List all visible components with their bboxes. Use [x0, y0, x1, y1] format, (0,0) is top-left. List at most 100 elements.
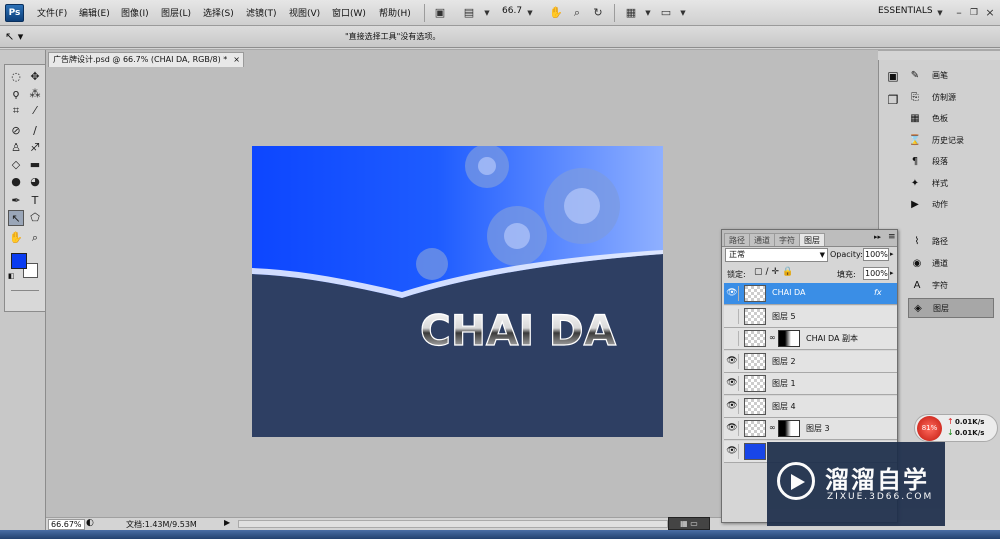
- type-tool-icon[interactable]: T: [27, 193, 43, 209]
- menu-layer[interactable]: 图层(L): [161, 6, 191, 19]
- status-info-icon[interactable]: ◐: [86, 518, 94, 528]
- watermark: 溜溜自学 ZIXUE.3D66.COM: [767, 442, 945, 526]
- magic-wand-icon[interactable]: ⁂: [27, 86, 43, 102]
- lasso-tool-icon[interactable]: ϙ: [8, 86, 24, 102]
- fill-dropdown-icon[interactable]: ▸: [890, 269, 894, 277]
- opacity-label: Opacity:: [830, 250, 863, 259]
- visibility-eye-icon[interactable]: 👁: [726, 376, 739, 391]
- crop-tool-icon[interactable]: ⌗: [8, 103, 24, 119]
- menu-filter[interactable]: 滤镜(T): [246, 6, 277, 19]
- chevron-down-icon[interactable]: ▼: [478, 4, 496, 21]
- opacity-dropdown-icon[interactable]: ▸: [890, 250, 894, 258]
- eyedropper-icon[interactable]: ⁄: [27, 103, 43, 119]
- menu-view[interactable]: 视图(V): [289, 6, 320, 19]
- dock-item-styles[interactable]: ✦ 样式: [908, 174, 998, 194]
- blend-mode-select[interactable]: 正常 ▼: [725, 248, 828, 262]
- menu-select[interactable]: 选择(S): [203, 6, 234, 19]
- current-tool-icon[interactable]: ↖ ▾: [5, 29, 35, 44]
- layer-row[interactable]: 👁 图层 2: [724, 350, 897, 373]
- pen-tool-icon[interactable]: ✒: [8, 193, 24, 209]
- cpu-usage-badge[interactable]: 81%: [917, 416, 942, 441]
- visibility-eye-icon[interactable]: [726, 308, 739, 324]
- foreground-color-swatch[interactable]: [11, 253, 27, 269]
- zoom-level[interactable]: 66.7: [502, 6, 522, 16]
- visibility-eye-icon[interactable]: 👁: [726, 398, 739, 414]
- marquee-tool-icon[interactable]: ◌: [8, 69, 24, 85]
- close-tab-icon[interactable]: ×: [233, 53, 240, 67]
- menu-file[interactable]: 文件(F): [37, 6, 67, 19]
- hand-tool-icon[interactable]: ✋: [8, 230, 24, 246]
- dock-item-paragraph[interactable]: ¶ 段落: [908, 152, 998, 172]
- status-zoom[interactable]: 66.67%: [48, 519, 85, 530]
- eraser-tool-icon[interactable]: ◇: [8, 157, 24, 173]
- layer-row[interactable]: 👁 图层 4: [724, 395, 897, 418]
- menu-help[interactable]: 帮助(H): [379, 6, 411, 19]
- layers-tab-1[interactable]: 通道: [749, 233, 775, 246]
- close-icon[interactable]: ×: [981, 4, 999, 21]
- mini-toolbar-icon[interactable]: ▦ ▭: [668, 517, 710, 530]
- dock-item-clone-source[interactable]: ⎘ 仿制源: [908, 88, 998, 108]
- document-tab[interactable]: 广告牌设计.psd @ 66.7% (CHAI DA, RGB/8) * ×: [48, 52, 244, 67]
- move-tool-icon[interactable]: ✥: [27, 69, 43, 85]
- dock-item-actions[interactable]: ▶ 动作: [908, 195, 998, 215]
- collapse-panel-icon[interactable]: ▸▸: [874, 233, 881, 241]
- opacity-input[interactable]: 100%: [863, 248, 889, 261]
- arrange-documents-icon[interactable]: ▦: [622, 4, 640, 21]
- arrange-dropdown-icon[interactable]: ▼: [639, 4, 657, 21]
- menu-edit[interactable]: 编辑(E): [79, 6, 110, 19]
- status-menu-arrow-icon[interactable]: ▶: [224, 518, 230, 527]
- layers-tab-2[interactable]: 字符: [774, 233, 800, 246]
- dock-item-history[interactable]: ⌛ 历史记录: [908, 131, 998, 151]
- screen-mode-icon[interactable]: ▭: [657, 4, 675, 21]
- horizontal-scrollbar[interactable]: [238, 520, 668, 528]
- visibility-eye-icon[interactable]: 👁: [726, 286, 739, 301]
- zoom-dropdown-icon[interactable]: ▼: [521, 4, 539, 21]
- layer-row[interactable]: ∞ CHAI DA 副本: [724, 328, 897, 350]
- gradient-tool-icon[interactable]: ▬: [27, 157, 43, 173]
- dock-item-character[interactable]: A 字符: [908, 276, 994, 296]
- shape-tool-icon[interactable]: ⬠: [27, 210, 43, 226]
- zoom-tool-icon[interactable]: ⌕: [27, 230, 43, 246]
- workspace-switcher[interactable]: ESSENTIALS: [878, 6, 933, 16]
- dock-item-channels[interactable]: ◉ 通道: [908, 254, 994, 274]
- menu-window[interactable]: 窗口(W): [332, 6, 366, 19]
- rotate-view-icon[interactable]: ↻: [589, 4, 607, 21]
- stamp-tool-icon[interactable]: ♙: [8, 140, 24, 156]
- layer-effects-icon[interactable]: fx: [874, 288, 882, 297]
- lock-icons[interactable]: ▢∕✛🔒: [754, 267, 796, 277]
- layers-tab-0[interactable]: 路径: [724, 233, 750, 246]
- layer-row[interactable]: 👁 图层 1: [724, 373, 897, 395]
- dodge-tool-icon[interactable]: ◕: [27, 174, 43, 190]
- hand-tool-icon[interactable]: ✋: [547, 4, 565, 21]
- layers-tab-3[interactable]: 图层: [799, 233, 825, 246]
- dock-item-paths[interactable]: ⌇ 路径: [908, 232, 994, 252]
- dock-item-swatches[interactable]: ▦ 色板: [908, 109, 998, 129]
- zoom-tool-icon[interactable]: ⌕: [568, 4, 586, 21]
- visibility-eye-icon[interactable]: 👁: [726, 421, 739, 436]
- healing-brush-icon[interactable]: ⊘: [8, 123, 24, 139]
- workspace-dropdown-icon[interactable]: ▼: [931, 4, 949, 21]
- mini-bridge-icon[interactable]: ▤: [460, 4, 478, 21]
- visibility-eye-icon[interactable]: 👁: [726, 353, 739, 369]
- document-canvas[interactable]: CHAI DA: [252, 146, 663, 437]
- bridge-icon[interactable]: ▣: [431, 4, 449, 21]
- layer-mask-thumbnail: [778, 330, 800, 347]
- fill-input[interactable]: 100%: [863, 267, 889, 280]
- layer-row[interactable]: 👁 CHAI DA fx: [724, 283, 897, 305]
- history-brush-icon[interactable]: ♐: [27, 140, 43, 156]
- screen-mode-dropdown-icon[interactable]: ▼: [674, 4, 692, 21]
- layer-row[interactable]: 👁 ∞ 图层 3: [724, 418, 897, 440]
- visibility-eye-icon[interactable]: 👁: [726, 443, 739, 459]
- menu-image[interactable]: 图像(I): [121, 6, 149, 19]
- layer-row[interactable]: 图层 5: [724, 305, 897, 328]
- layer-thumbnail: [744, 307, 766, 325]
- default-colors-icon[interactable]: ◧: [8, 272, 15, 280]
- brush-tool-icon[interactable]: ∕: [27, 123, 43, 139]
- direct-selection-tool-icon[interactable]: ↖: [8, 210, 24, 226]
- dock-item-layers[interactable]: ◈ 图层: [908, 298, 994, 318]
- blur-tool-icon[interactable]: ●: [8, 174, 24, 190]
- panel-menu-icon[interactable]: ≡: [888, 232, 896, 242]
- dock-item-brush[interactable]: ✎ 画笔: [908, 66, 998, 86]
- visibility-eye-icon[interactable]: [726, 331, 739, 346]
- lock-label: 锁定:: [727, 270, 746, 279]
